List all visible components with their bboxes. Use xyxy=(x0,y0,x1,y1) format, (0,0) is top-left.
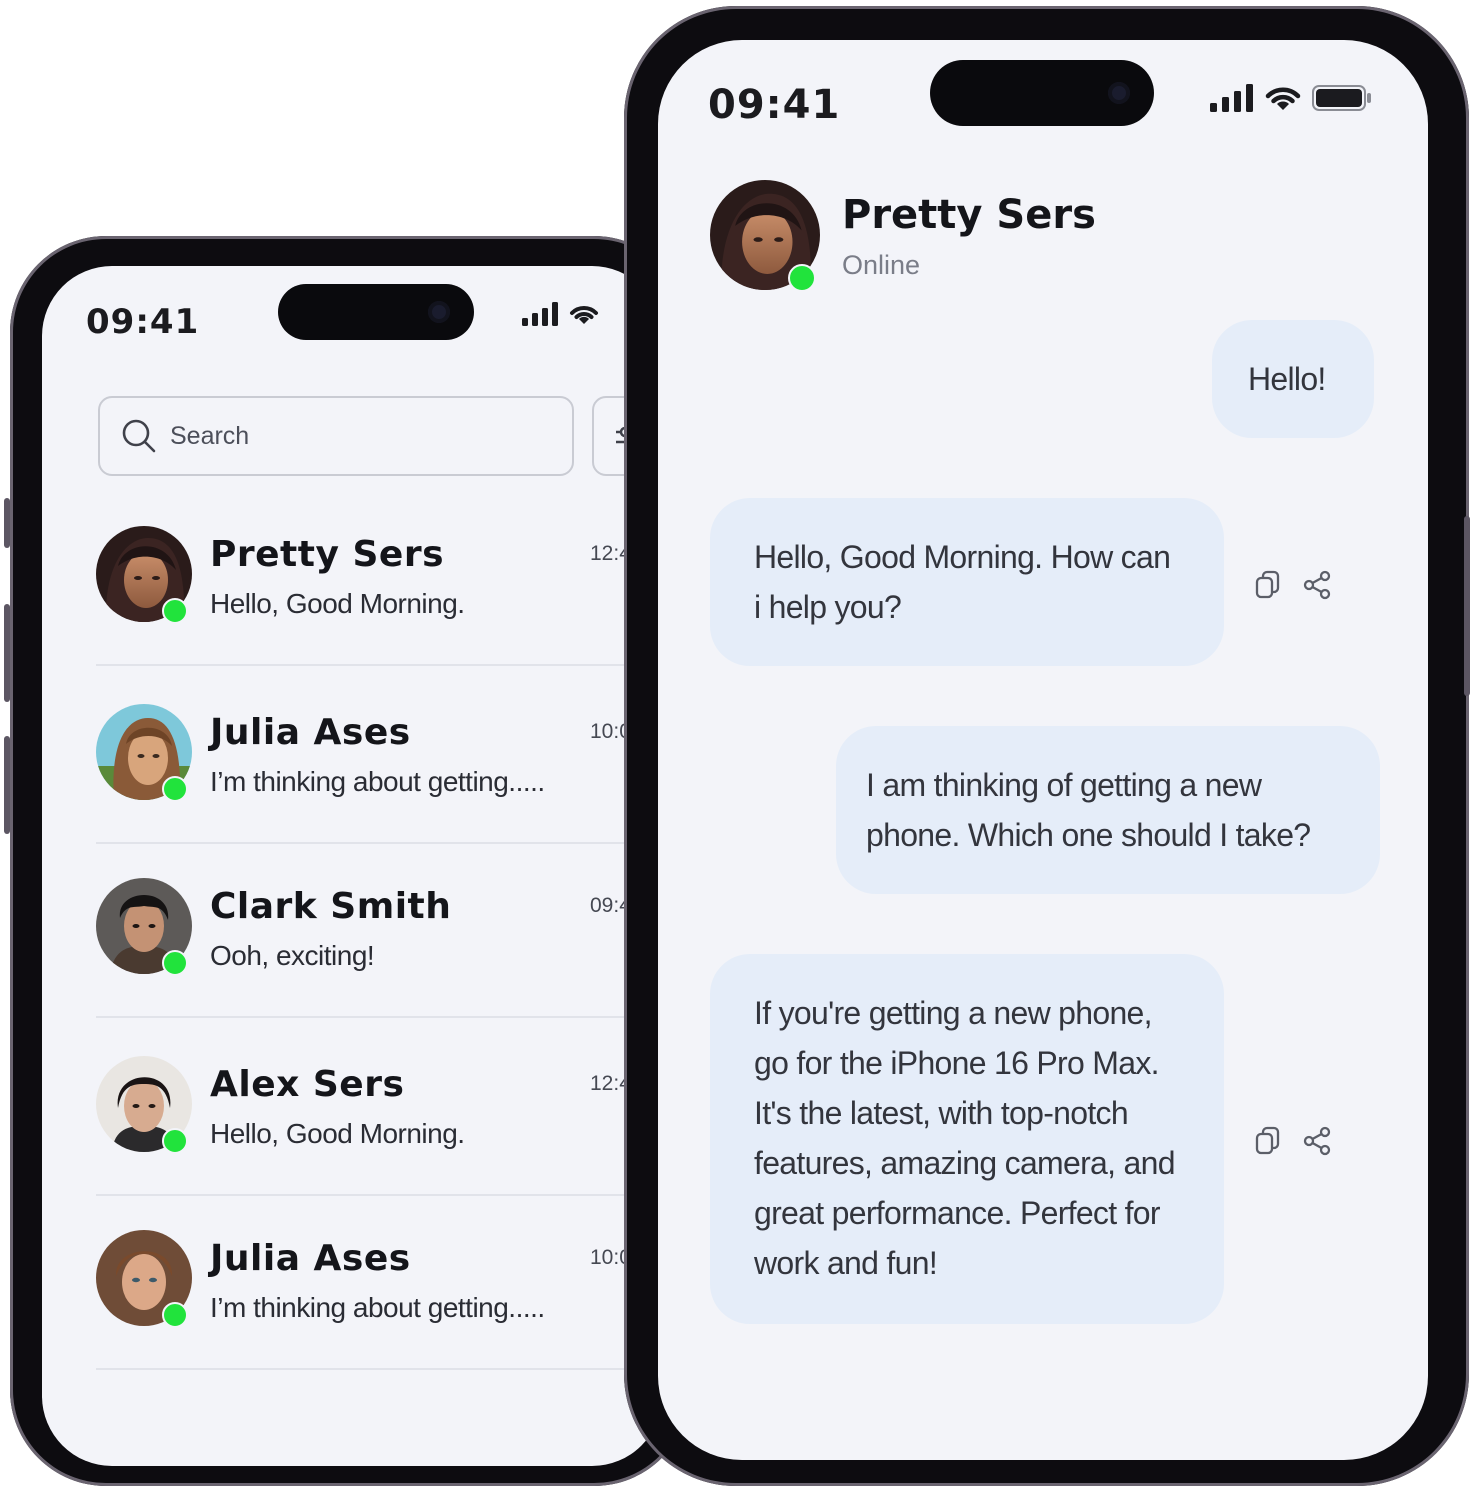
left-phone: 09:41 Search Pretty Sers Hello, Good Mor… xyxy=(4,236,690,1486)
chat-preview: Ooh, exciting! xyxy=(210,940,375,971)
chat-preview: Hello, Good Morning. xyxy=(210,1118,465,1149)
online-indicator xyxy=(162,1128,188,1154)
divider xyxy=(96,1016,656,1018)
chat-preview: I’m thinking about getting..... xyxy=(210,766,545,797)
copy-icon[interactable] xyxy=(1254,1126,1282,1156)
conversation-screen: 09:41 Pretty Sers Online Hello! Hello, G… xyxy=(658,40,1428,1460)
message-line: phone. Which one should I take? xyxy=(866,817,1311,853)
message-line: great performance. Perfect for xyxy=(754,1195,1161,1231)
status-time: 09:41 xyxy=(86,302,200,342)
chat-preview: I’m thinking about getting..... xyxy=(210,1292,545,1323)
message-line: go for the iPhone 16 Pro Max. xyxy=(754,1045,1160,1081)
sent-message[interactable]: Hello! xyxy=(1212,320,1374,438)
status-icons xyxy=(1210,84,1372,112)
share-icon[interactable] xyxy=(1302,570,1332,600)
status-icons xyxy=(522,302,600,326)
search-icon xyxy=(122,419,156,453)
chat-preview: Hello, Good Morning. xyxy=(210,588,465,619)
chat-name: Julia Ases xyxy=(210,712,411,753)
message-line: I am thinking of getting a new xyxy=(866,767,1262,803)
online-indicator xyxy=(788,264,816,292)
chat-name: Julia Ases xyxy=(210,1238,411,1279)
sent-message[interactable]: I am thinking of getting a new phone. Wh… xyxy=(836,726,1380,894)
dynamic-island xyxy=(278,284,474,340)
message-text: Hello! xyxy=(1248,361,1326,397)
chat-list-item[interactable]: Julia Ases I’m thinking about getting...… xyxy=(96,1230,662,1406)
share-icon[interactable] xyxy=(1302,1126,1332,1156)
online-indicator xyxy=(162,598,188,624)
received-message[interactable]: Hello, Good Morning. How can i help you? xyxy=(710,498,1224,666)
chat-list-item[interactable]: Alex Sers Hello, Good Morning. 12:45 xyxy=(96,1056,662,1232)
online-indicator xyxy=(162,1302,188,1328)
power-button xyxy=(1464,516,1470,696)
divider xyxy=(96,1194,656,1196)
chat-list-screen: 09:41 Search Pretty Sers Hello, Good Mor… xyxy=(42,266,662,1466)
chat-list-item[interactable]: Pretty Sers Hello, Good Morning. 12:45 xyxy=(96,526,662,702)
online-indicator xyxy=(162,950,188,976)
action-button xyxy=(4,498,10,548)
volume-down-button xyxy=(4,736,10,834)
copy-icon[interactable] xyxy=(1254,570,1282,600)
volume-up-button xyxy=(4,604,10,702)
wifi-icon xyxy=(570,306,598,324)
camera-icon xyxy=(1108,82,1130,104)
message-actions xyxy=(1254,570,1332,600)
chat-list-item[interactable]: Julia Ases I’m thinking about getting...… xyxy=(96,704,662,880)
contact-status: Online xyxy=(842,250,921,280)
camera-icon xyxy=(428,301,450,323)
status-time: 09:41 xyxy=(708,82,841,128)
dynamic-island xyxy=(930,60,1154,126)
divider xyxy=(96,1368,656,1370)
search-bar[interactable]: Search xyxy=(98,396,574,476)
contact-name: Pretty Sers xyxy=(842,192,1096,238)
chat-name: Pretty Sers xyxy=(210,534,444,575)
message-line: i help you? xyxy=(754,589,902,625)
wifi-icon xyxy=(1265,87,1301,110)
signal-icon xyxy=(1210,84,1253,112)
chat-name: Alex Sers xyxy=(210,1064,405,1105)
message-line: Hello, Good Morning. How can xyxy=(754,539,1171,575)
chat-name: Clark Smith xyxy=(210,886,452,927)
message-line: It's the latest, with top-notch xyxy=(754,1095,1129,1131)
divider xyxy=(96,664,656,666)
divider xyxy=(96,842,656,844)
message-line: work and fun! xyxy=(754,1245,938,1281)
right-phone: 09:41 Pretty Sers Online Hello! Hello, G… xyxy=(624,6,1470,1486)
message-line: features, amazing camera, and xyxy=(754,1145,1176,1181)
message-actions xyxy=(1254,1126,1332,1156)
search-input[interactable]: Search xyxy=(170,422,249,451)
chat-list-item[interactable]: Clark Smith Ooh, exciting! 09:45 xyxy=(96,878,662,1054)
signal-icon xyxy=(522,302,558,326)
received-message[interactable]: If you're getting a new phone, go for th… xyxy=(710,954,1224,1324)
message-line: If you're getting a new phone, xyxy=(754,995,1153,1031)
battery-icon xyxy=(1312,85,1371,111)
online-indicator xyxy=(162,776,188,802)
